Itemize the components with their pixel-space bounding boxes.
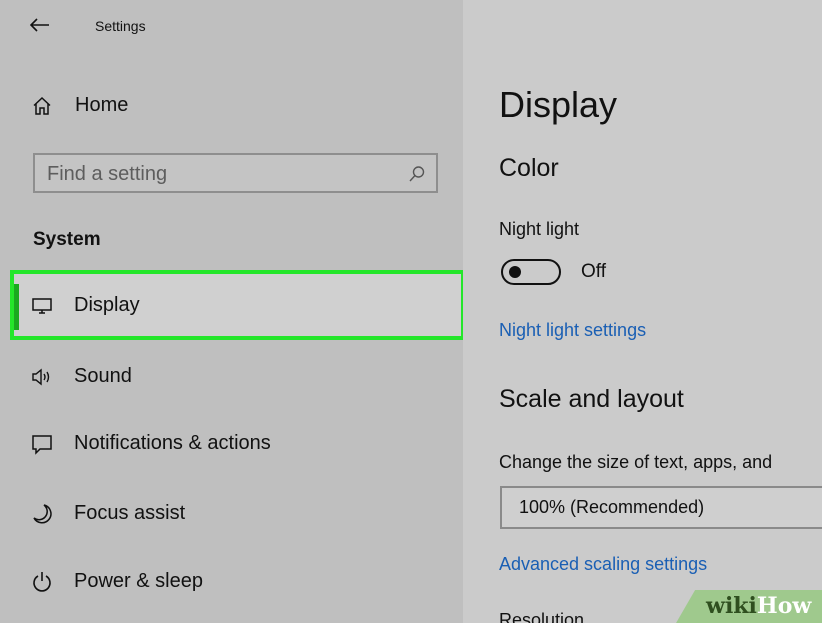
notification-icon: [32, 435, 52, 455]
watermark-part-2: How: [756, 593, 812, 619]
section-header-system: System: [33, 229, 101, 250]
settings-window: Settings Home System Display: [0, 0, 822, 623]
resolution-label: Resolution: [499, 610, 585, 623]
sidebar-item-label: Notifications & actions: [74, 432, 271, 454]
watermark-part-1: wiki: [706, 593, 757, 619]
night-light-state: Off: [581, 261, 606, 282]
color-heading: Color: [499, 154, 559, 182]
power-icon: [33, 572, 51, 592]
scale-layout-heading: Scale and layout: [499, 385, 684, 413]
search-box[interactable]: [33, 153, 438, 193]
sidebar-item-label: Display: [74, 294, 140, 316]
back-button[interactable]: [24, 10, 58, 40]
scale-description: Change the size of text, apps, and: [499, 452, 773, 472]
moon-icon: [33, 504, 52, 524]
night-light-label: Night light: [499, 219, 580, 239]
sidebar: Settings Home System Display: [0, 0, 465, 623]
app-title: Settings: [95, 18, 146, 34]
main-content: Display Color Night light Off Night ligh…: [463, 0, 822, 623]
sidebar-item-notifications[interactable]: Notifications & actions: [12, 410, 463, 476]
sidebar-item-label: Focus assist: [74, 502, 186, 524]
toggle-knob: [509, 266, 521, 278]
back-arrow-icon: [30, 18, 49, 32]
wikihow-watermark: wikiHow: [706, 593, 811, 619]
sidebar-item-power-sleep[interactable]: Power & sleep: [12, 548, 463, 614]
sidebar-item-focus-assist[interactable]: Focus assist: [12, 480, 463, 546]
night-light-settings-link[interactable]: Night light settings: [499, 320, 646, 341]
sidebar-item-display[interactable]: Display: [10, 270, 465, 340]
sidebar-item-label: Power & sleep: [74, 570, 203, 592]
night-light-toggle[interactable]: [501, 259, 561, 285]
search-icon[interactable]: [408, 165, 426, 183]
scale-dropdown[interactable]: 100% (Recommended): [500, 486, 822, 529]
search-input[interactable]: [47, 161, 397, 187]
scale-dropdown-value: 100% (Recommended): [519, 497, 705, 517]
sidebar-item-label: Sound: [74, 365, 132, 387]
home-label: Home: [75, 94, 129, 116]
advanced-scaling-link[interactable]: Advanced scaling settings: [499, 554, 707, 575]
monitor-icon: [32, 298, 52, 314]
speaker-icon: [32, 368, 50, 386]
page-title: Display: [499, 84, 618, 125]
sidebar-item-home[interactable]: Home: [20, 86, 440, 126]
title-bar: Settings: [0, 0, 463, 52]
home-icon: [33, 96, 51, 115]
sidebar-item-sound[interactable]: Sound: [12, 343, 463, 409]
